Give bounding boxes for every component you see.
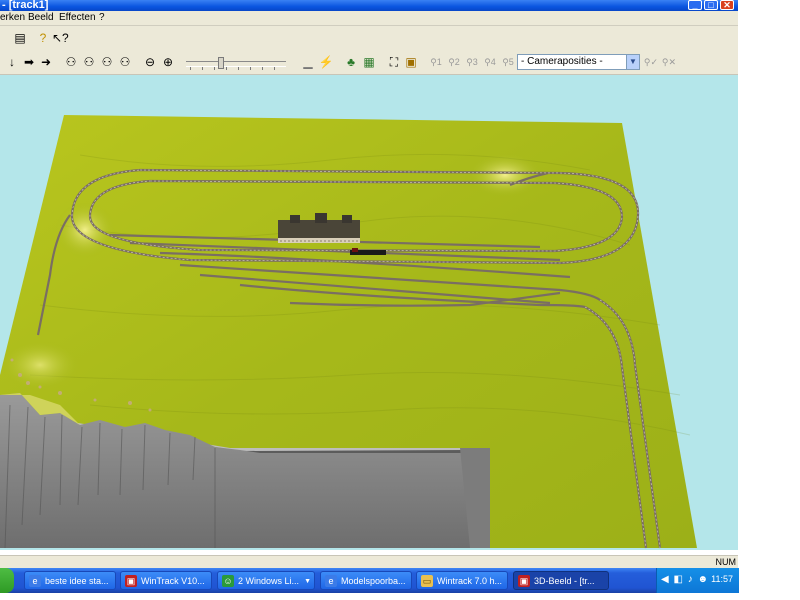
station-building	[278, 213, 360, 243]
zoom-slider-track[interactable]	[186, 61, 286, 67]
zoom-out-icon[interactable]: ⊖	[142, 54, 158, 70]
zoom-in-icon[interactable]: ⊕	[160, 54, 176, 70]
hill	[55, 202, 115, 258]
camera-positions-select[interactable]: - Cameraposities - ▼	[517, 54, 640, 70]
taskbar: e beste idee sta... ▣ WinTrack V10... ☺ …	[0, 568, 739, 593]
hill	[467, 153, 543, 197]
context-help-icon[interactable]: ↖?	[52, 30, 69, 46]
camera-icon[interactable]: ▣	[403, 54, 419, 70]
clipboard-icon[interactable]: ▤	[12, 30, 28, 46]
menu-bar: erken Beeld Effecten ?	[0, 11, 738, 26]
taskbar-item-label: Wintrack 7.0 h...	[437, 576, 503, 586]
slider-tick	[238, 67, 239, 70]
tray-icons[interactable]: ◀ ◧ ♪ ☻	[661, 574, 709, 585]
menu-item-help[interactable]: ?	[99, 12, 105, 23]
folder-icon: ▭	[421, 575, 433, 587]
clock[interactable]: 11:57	[711, 574, 733, 584]
num-lock-indicator: NUM	[715, 557, 737, 567]
menu-item-bewerken[interactable]: erken	[0, 12, 25, 23]
slider-tick	[274, 67, 275, 70]
locomotive-cab	[352, 248, 358, 252]
camera-delete-icon[interactable]: ⚲✕	[661, 54, 677, 70]
camera-select-value: - Cameraposities -	[521, 56, 603, 67]
train-icon: ▣	[518, 575, 530, 587]
camera-3-button[interactable]: ⚲3	[464, 54, 480, 70]
taskbar-item[interactable]: ▣ WinTrack V10...	[120, 571, 212, 590]
taskbar-item-label: WinTrack V10...	[141, 576, 205, 586]
trees-icon[interactable]: ♣	[343, 54, 359, 70]
taskbar-item[interactable]: e Modelspoorba...	[320, 571, 412, 590]
taskbar-item-label: 2 Windows Li...	[238, 576, 300, 586]
arrow-down-icon[interactable]: ↓	[4, 54, 20, 70]
camera-4-button[interactable]: ⚲4	[482, 54, 498, 70]
taskbar-item[interactable]: e beste idee sta...	[24, 571, 116, 590]
toolbar-view: ↓ ➡ ➜ ⚇ ⚇ ⚇ ⚇ ⊖ ⊕ ▁ ⚡ ♣ ▦ ⛶ ▣ ⚲1 ⚲2 ⚲3 ⚲…	[0, 50, 738, 75]
slider-tick	[202, 67, 203, 70]
camera-2-button[interactable]: ⚲2	[446, 54, 462, 70]
taskbar-item-label: Modelspoorba...	[341, 576, 406, 586]
walk-view-4-icon[interactable]: ⚇	[117, 54, 133, 70]
windows-live-icon: ☺	[222, 575, 234, 587]
ie-icon: e	[325, 575, 337, 587]
taskbar-item[interactable]: ☺ 2 Windows Li... ▼	[217, 571, 315, 590]
taskbar-item-active[interactable]: ▣ 3D-Beeld - [tr...	[513, 571, 609, 590]
hill	[0, 340, 80, 390]
close-button[interactable]: ✕	[720, 0, 734, 10]
title-bar[interactable]: - [track1] _ □ ✕	[0, 0, 738, 11]
wintrack-icon: ▣	[125, 575, 137, 587]
menu-item-beeld[interactable]: Beeld	[28, 12, 54, 23]
taskbar-item[interactable]: ▭ Wintrack 7.0 h...	[416, 571, 508, 590]
zoom-slider-thumb[interactable]	[218, 57, 224, 69]
camera-5-button[interactable]: ⚲5	[500, 54, 516, 70]
arrow-right-icon[interactable]: ➡	[21, 54, 37, 70]
walk-view-3-icon[interactable]: ⚇	[99, 54, 115, 70]
menu-item-effecten[interactable]: Effecten	[59, 12, 96, 23]
signal-icon[interactable]: ⚡	[318, 54, 334, 70]
grid-icon[interactable]: ▦	[361, 54, 377, 70]
status-bar: NUM	[0, 555, 738, 569]
chevron-down-icon[interactable]: ▼	[626, 55, 639, 69]
ground-icon[interactable]: ▁	[300, 54, 316, 70]
window-title: - [track1]	[2, 0, 49, 11]
ie-icon: e	[29, 575, 41, 587]
slider-tick	[262, 67, 263, 70]
slider-tick	[190, 67, 191, 70]
fit-view-icon[interactable]: ⛶	[386, 54, 402, 70]
slider-tick	[226, 67, 227, 70]
maximize-button[interactable]: □	[704, 0, 718, 10]
system-tray: ◀ ◧ ♪ ☻ 11:57	[656, 568, 739, 593]
chevron-down-icon: ▼	[304, 578, 311, 585]
help-icon[interactable]: ?	[35, 30, 51, 46]
arrow-right-2-icon[interactable]: ➜	[38, 54, 54, 70]
start-button[interactable]	[0, 568, 14, 593]
taskbar-item-label: 3D-Beeld - [tr...	[534, 576, 595, 586]
minimize-button[interactable]: _	[688, 0, 702, 10]
toolbar-top: ▤ ? ↖?	[0, 26, 738, 51]
camera-add-icon[interactable]: ⚲✓	[643, 54, 659, 70]
walk-view-2-icon[interactable]: ⚇	[81, 54, 97, 70]
camera-1-button[interactable]: ⚲1	[428, 54, 444, 70]
taskbar-item-label: beste idee sta...	[45, 576, 109, 586]
walk-view-icon[interactable]: ⚇	[63, 54, 79, 70]
slider-tick	[250, 67, 251, 70]
3d-scene	[0, 115, 697, 549]
3d-viewport[interactable]	[0, 75, 738, 550]
slider-tick	[214, 67, 215, 70]
